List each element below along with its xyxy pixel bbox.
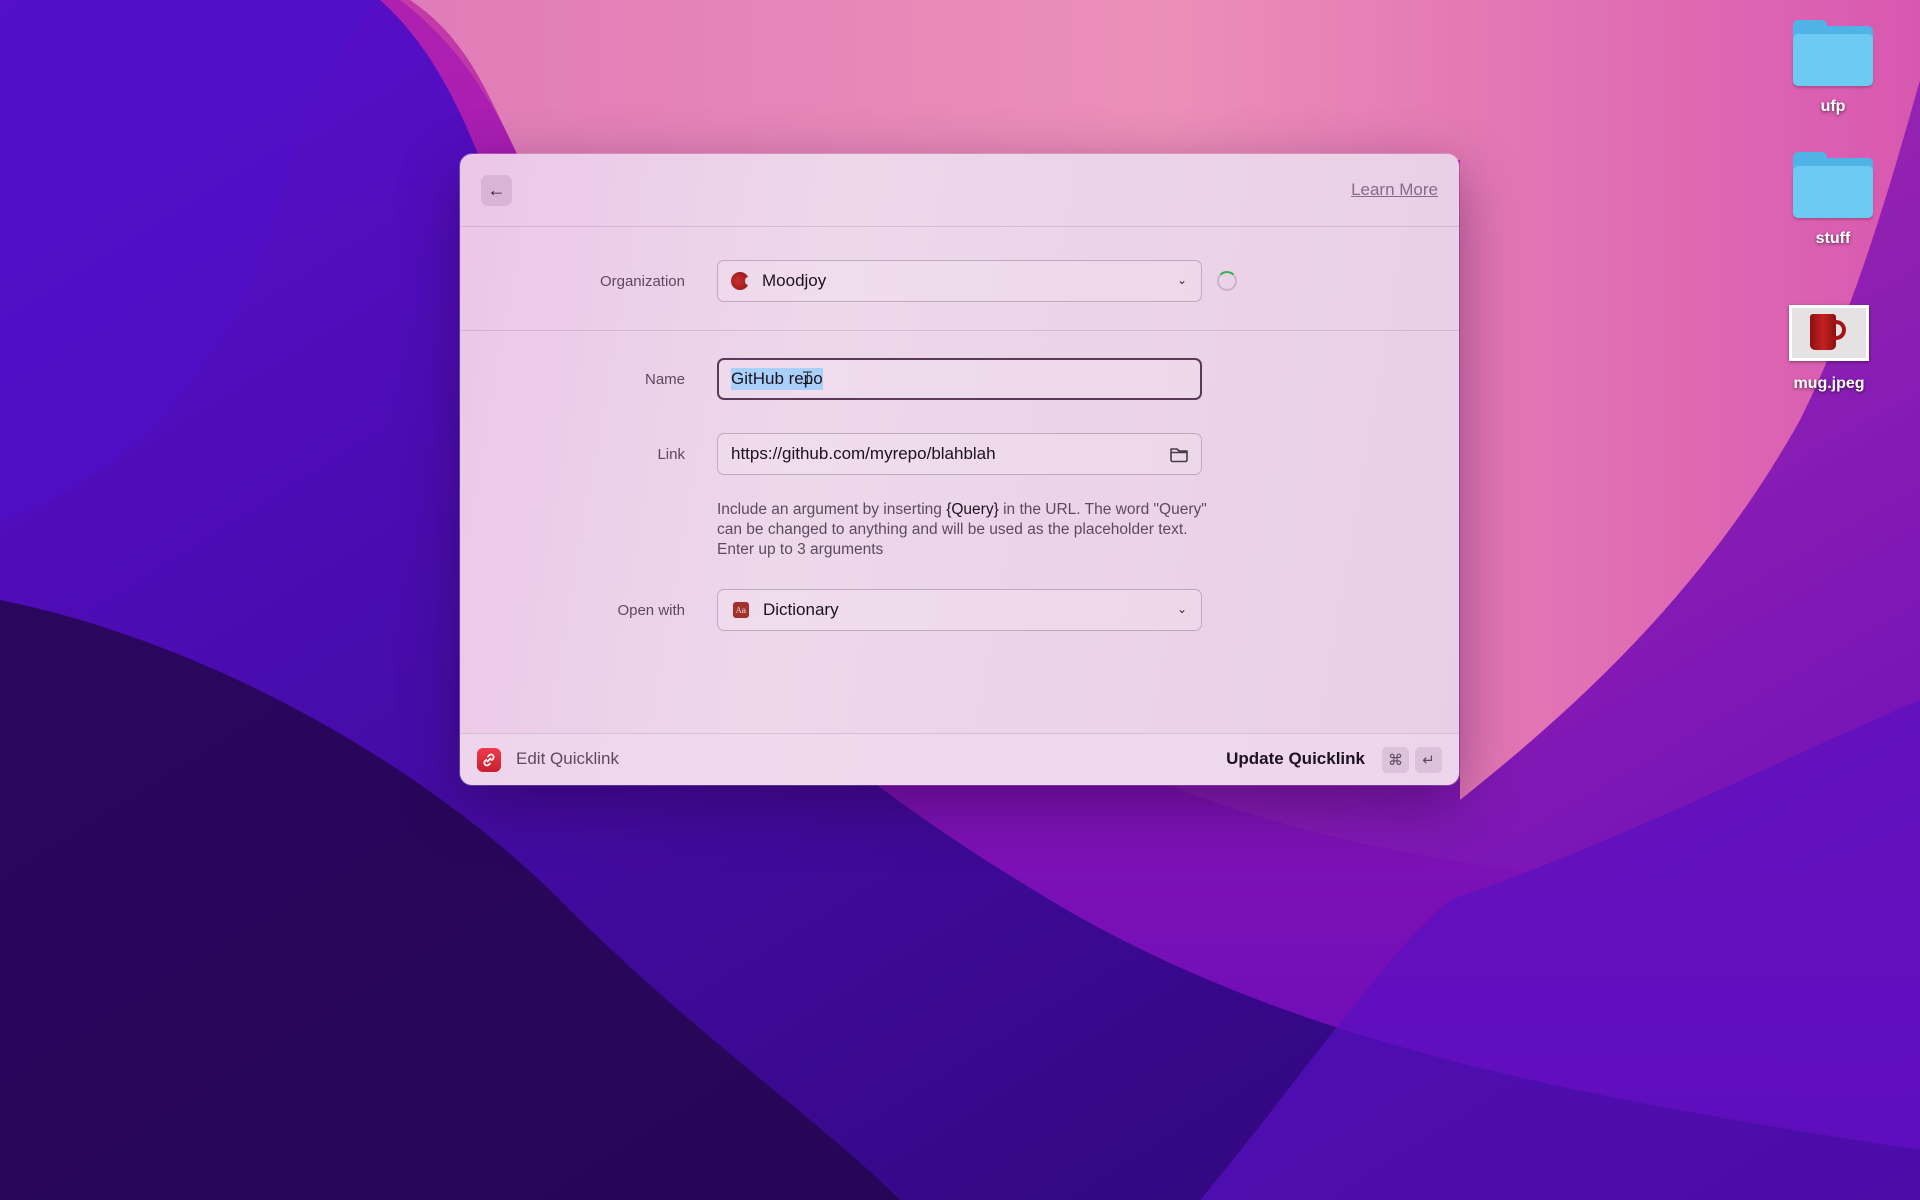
organization-avatar-icon [731, 272, 751, 290]
name-label: Name [644, 371, 685, 388]
link-input[interactable]: https://github.com/myrepo/blahblah [717, 433, 1202, 475]
help-text-part: Include an argument by inserting [717, 501, 947, 518]
section-divider [460, 330, 1459, 331]
desktop-folder-ufp[interactable]: ufp [1773, 20, 1893, 116]
folder-icon [1793, 20, 1873, 86]
link-icon [477, 748, 501, 772]
link-help-text: Include an argument by inserting {Query}… [717, 500, 1207, 560]
image-thumbnail-icon [1789, 305, 1869, 361]
arrow-left-icon: ← [487, 180, 506, 200]
edit-quicklink-window: ← Learn More Organization Moodjoy ⌄ Name… [460, 154, 1459, 785]
return-key-icon: ↵ [1415, 747, 1442, 773]
folder-icon[interactable] [1168, 443, 1190, 465]
folder-icon [1793, 152, 1873, 218]
desktop-icon-label: mug.jpeg [1793, 375, 1865, 392]
command-key-icon: ⌘ [1382, 747, 1409, 773]
chevron-down-icon: ⌄ [1176, 602, 1187, 616]
open-with-value: Dictionary [763, 600, 839, 619]
open-with-label: Open with [617, 602, 685, 619]
desktop-folder-stuff[interactable]: stuff [1773, 152, 1893, 248]
desktop-file-mug[interactable]: mug.jpeg [1769, 305, 1889, 393]
footer-title: Edit Quicklink [516, 749, 619, 768]
dictionary-app-icon: Aa [733, 602, 749, 618]
organization-dropdown[interactable]: Moodjoy ⌄ [717, 260, 1202, 302]
link-input-value: https://github.com/myrepo/blahblah [731, 444, 996, 463]
update-quicklink-button[interactable]: Update Quicklink [1226, 749, 1365, 769]
open-with-dropdown[interactable]: Aa Dictionary ⌄ [717, 589, 1202, 631]
help-query-token: {Query} [946, 501, 999, 518]
name-input-value: GitHub repo [731, 368, 823, 390]
loading-spinner-icon [1217, 271, 1237, 291]
window-header: ← Learn More [460, 154, 1459, 227]
name-input[interactable]: GitHub repo [717, 358, 1202, 400]
link-label: Link [657, 446, 685, 463]
learn-more-link[interactable]: Learn More [1351, 180, 1438, 200]
chevron-down-icon: ⌄ [1176, 273, 1187, 287]
desktop-icon-label: stuff [1815, 230, 1851, 247]
action-bar: Edit Quicklink Update Quicklink ⌘ ↵ [460, 733, 1459, 785]
back-button[interactable]: ← [481, 175, 512, 206]
organization-value: Moodjoy [762, 271, 827, 290]
desktop-icon-label: ufp [1820, 98, 1846, 115]
organization-label: Organization [599, 273, 685, 290]
